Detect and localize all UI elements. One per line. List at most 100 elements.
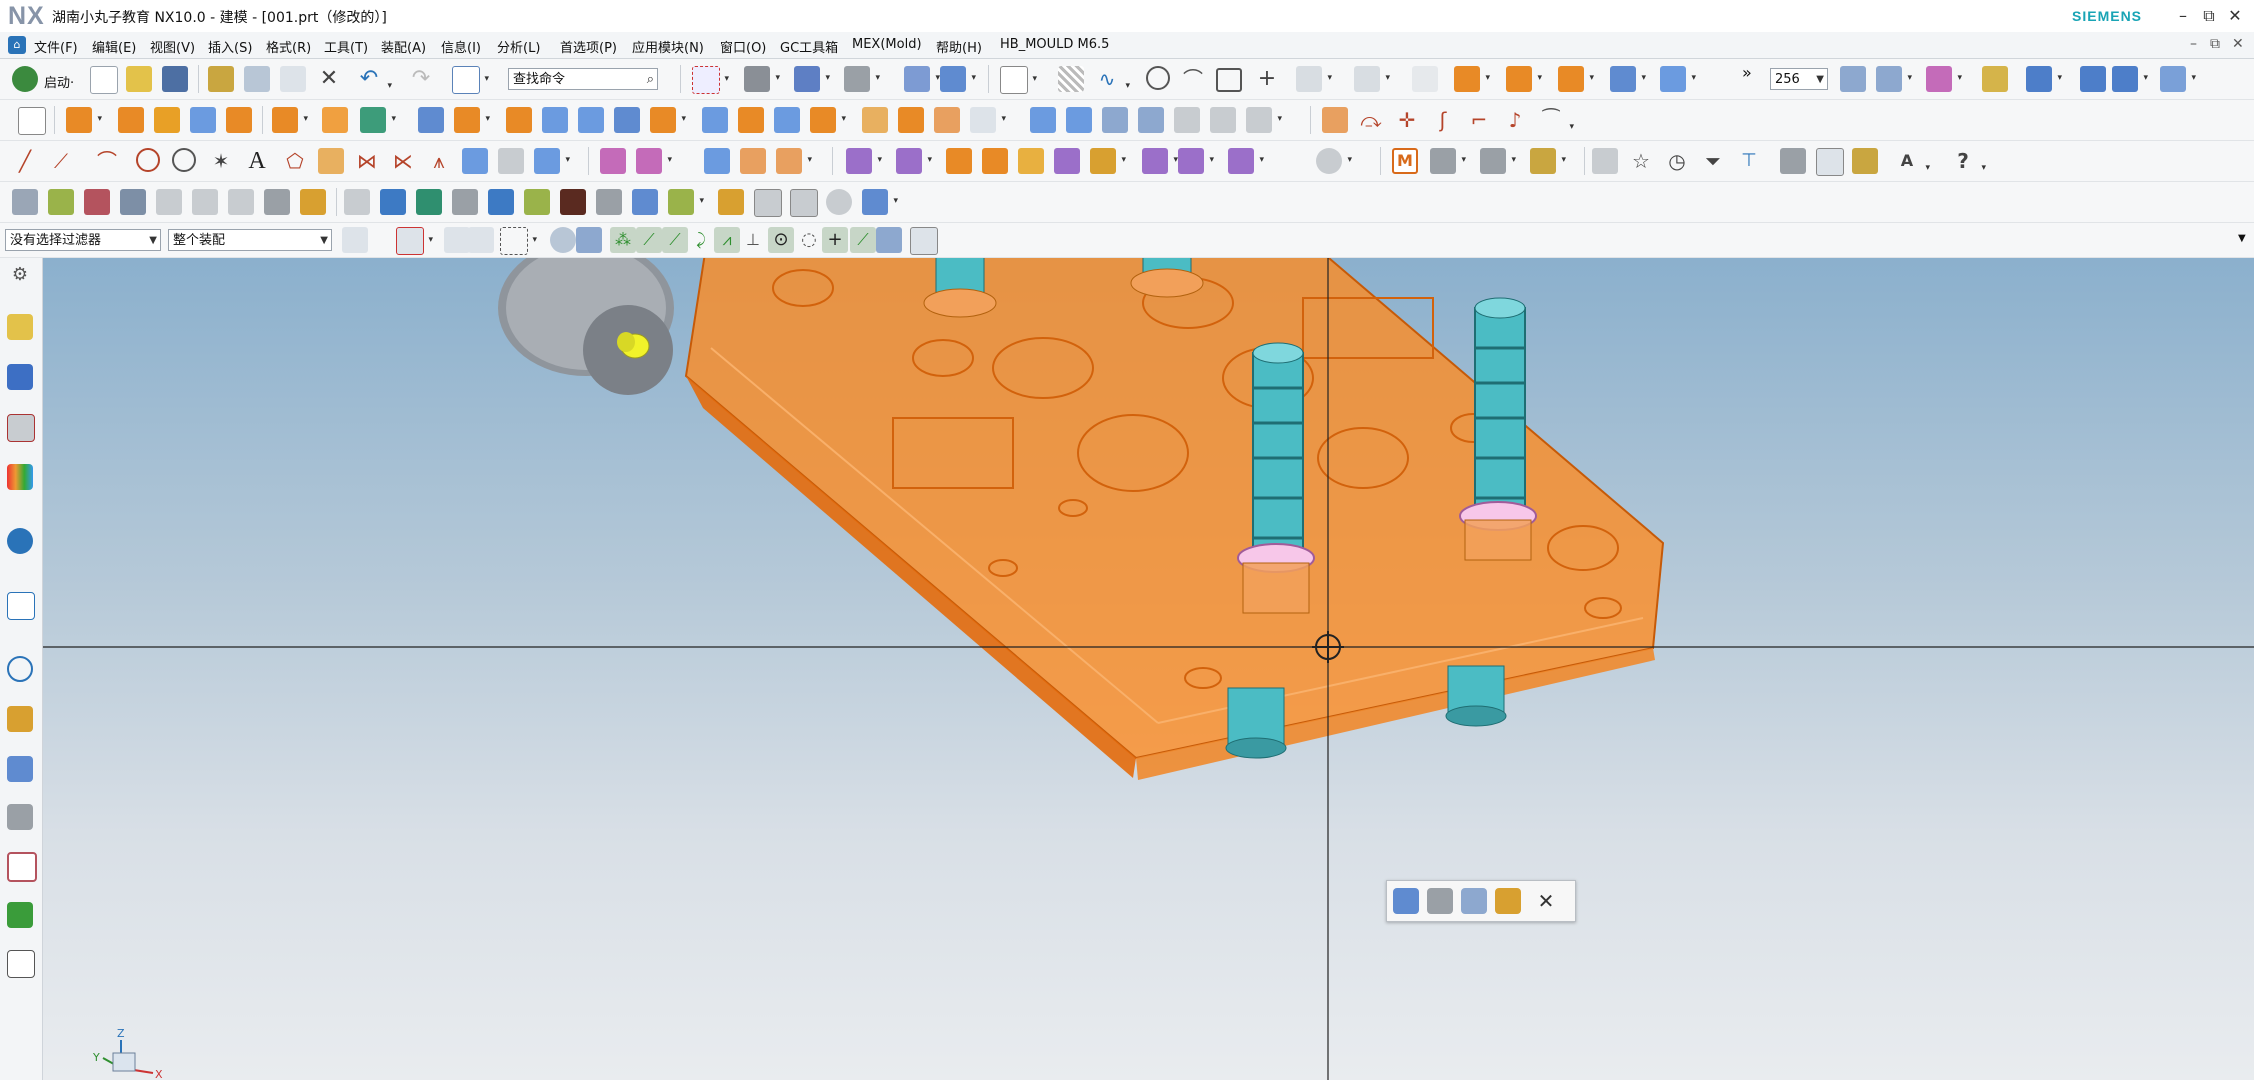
hatch-icon[interactable] — [1058, 66, 1084, 92]
delete-icon[interactable]: ✕ — [316, 66, 342, 92]
block-icon[interactable] — [66, 107, 102, 133]
snap-midpoint-icon[interactable]: ⟋ — [636, 227, 662, 253]
line-point-icon[interactable]: ⟋ — [48, 148, 74, 174]
snap-endpoint-icon[interactable]: ⁂ — [610, 227, 636, 253]
unite-icon[interactable] — [1558, 66, 1594, 92]
assembly-constraint-icon[interactable] — [1926, 66, 1962, 92]
cooling-icon[interactable] — [632, 189, 658, 215]
ejector-pin-icon[interactable] — [416, 189, 442, 215]
section-curve-icon[interactable] — [462, 148, 488, 174]
menu-help[interactable]: 帮助(H) — [936, 37, 982, 56]
attributes-icon[interactable] — [1780, 148, 1806, 174]
trim-curve-icon[interactable] — [1412, 66, 1438, 92]
select-assembly-icon[interactable] — [444, 227, 470, 253]
through-mesh-icon[interactable] — [1066, 107, 1092, 133]
bounded-plane-icon[interactable] — [1210, 107, 1236, 133]
view-manager-icon[interactable] — [826, 189, 852, 215]
sequence-icon[interactable] — [1316, 148, 1352, 174]
new-parent-icon[interactable] — [982, 148, 1008, 174]
n-sided-surface-icon[interactable] — [1138, 107, 1164, 133]
sew-icon[interactable] — [862, 107, 888, 133]
measure-body-icon[interactable] — [1876, 66, 1912, 92]
select-feature-icon[interactable] — [396, 227, 433, 255]
offset-3d-icon[interactable] — [318, 148, 344, 174]
reference-set-icon[interactable] — [1142, 148, 1178, 174]
point-set-icon[interactable]: ✶ — [208, 148, 234, 174]
shrinkage-icon[interactable] — [120, 189, 146, 215]
menu-assembly[interactable]: 装配(A) — [381, 37, 426, 56]
route-icon[interactable] — [2160, 66, 2196, 92]
cut-icon[interactable] — [208, 66, 234, 92]
assembly-navigator-icon[interactable] — [7, 364, 33, 390]
open-folder-icon[interactable] — [126, 66, 152, 92]
replace-component-icon[interactable] — [1018, 148, 1044, 174]
doc-restore-button[interactable]: ⧉ — [2210, 36, 2220, 52]
point-icon[interactable]: + — [1254, 66, 1280, 92]
parting-icon[interactable] — [300, 189, 326, 215]
manufacturing-wizard-icon[interactable] — [7, 902, 33, 928]
snap-control-icon[interactable]: ⟋ — [662, 227, 688, 253]
text-icon[interactable]: A — [244, 148, 270, 174]
mirror-feature-icon[interactable] — [970, 107, 1006, 133]
mold-wizard-icon[interactable] — [12, 189, 38, 215]
add-component-icon[interactable] — [896, 148, 932, 174]
expression-icon[interactable] — [1592, 148, 1618, 174]
trim-mold-icon[interactable] — [718, 189, 744, 215]
arc-icon[interactable]: ⌒ — [1180, 66, 1206, 92]
help-icon[interactable]: ? — [1950, 148, 1986, 181]
hide-icon[interactable] — [1461, 888, 1487, 914]
close-icon[interactable]: ✕ — [1533, 888, 1559, 914]
close-button[interactable]: ✕ — [2222, 4, 2248, 28]
mold-csys-icon[interactable] — [84, 189, 110, 215]
gate-icon[interactable] — [560, 189, 586, 215]
snap-intersection-icon[interactable]: ⩘ — [714, 227, 740, 253]
shell-icon[interactable] — [1610, 66, 1646, 92]
app-menu-icon[interactable]: ⌂ — [8, 36, 26, 54]
menu-hb-mould[interactable]: HB_MOULD M6.5 — [1000, 37, 1109, 52]
favorite-icon[interactable]: ☆ — [1628, 148, 1654, 174]
snap-curve-icon[interactable]: ⤸ — [688, 227, 714, 253]
interference-icon[interactable] — [1228, 148, 1264, 174]
general-selection-icon[interactable] — [342, 227, 368, 253]
measure-icon[interactable] — [1495, 888, 1521, 914]
select-body-icon[interactable] — [468, 227, 494, 253]
mirror-assembly-icon[interactable] — [2080, 66, 2106, 92]
offset-region-icon[interactable] — [810, 107, 846, 133]
combined-projection-icon[interactable]: ⋈ — [354, 148, 380, 174]
wave-geometry-icon[interactable] — [1178, 148, 1214, 174]
datum-plane-icon[interactable] — [18, 107, 46, 135]
web-browser-icon[interactable] — [7, 592, 35, 620]
orient-view-icon[interactable] — [744, 66, 780, 92]
render-style-icon[interactable] — [794, 66, 830, 92]
menu-preferences[interactable]: 首选项(P) — [560, 37, 617, 56]
mirror-component-icon[interactable] — [1090, 148, 1126, 174]
box-select-icon[interactable] — [500, 227, 537, 255]
workpiece-icon[interactable] — [156, 189, 182, 215]
explode-view-icon[interactable] — [2112, 66, 2148, 92]
emboss-icon[interactable] — [322, 107, 348, 133]
resize-face-icon[interactable] — [774, 107, 800, 133]
extract-geometry-icon[interactable] — [934, 107, 960, 133]
replace-face-icon[interactable] — [650, 107, 686, 133]
ellipse-icon[interactable] — [172, 148, 196, 172]
edit-parameters-icon[interactable] — [1393, 888, 1419, 914]
sphere-icon[interactable] — [190, 107, 216, 133]
show-hidden-icon[interactable] — [550, 227, 576, 253]
hd3d-tools-icon[interactable] — [7, 528, 33, 554]
menu-mex-mold[interactable]: MEX(Mold) — [852, 37, 922, 52]
isoparametric-curve-icon[interactable]: ⁀ — [1538, 107, 1574, 140]
slide-lifter-icon[interactable] — [488, 189, 514, 215]
reuse-library-icon[interactable] — [7, 464, 33, 490]
divide-curve-icon[interactable] — [534, 148, 570, 174]
delete-face-icon[interactable] — [702, 107, 728, 133]
studio-surface-icon[interactable] — [1174, 107, 1200, 133]
restore-button[interactable]: ⧉ — [2196, 4, 2222, 28]
font-icon[interactable]: A — [1894, 148, 1930, 181]
helix-icon[interactable]: ʃ — [1430, 107, 1456, 133]
process-studio-icon[interactable] — [7, 706, 33, 732]
move-component-icon[interactable] — [2026, 66, 2062, 92]
section-surface-icon[interactable] — [636, 148, 672, 174]
menu-insert[interactable]: 插入(S) — [208, 37, 252, 56]
component-array-icon[interactable] — [1054, 148, 1080, 174]
snap-quadrant-icon[interactable]: ◌ — [796, 227, 822, 253]
